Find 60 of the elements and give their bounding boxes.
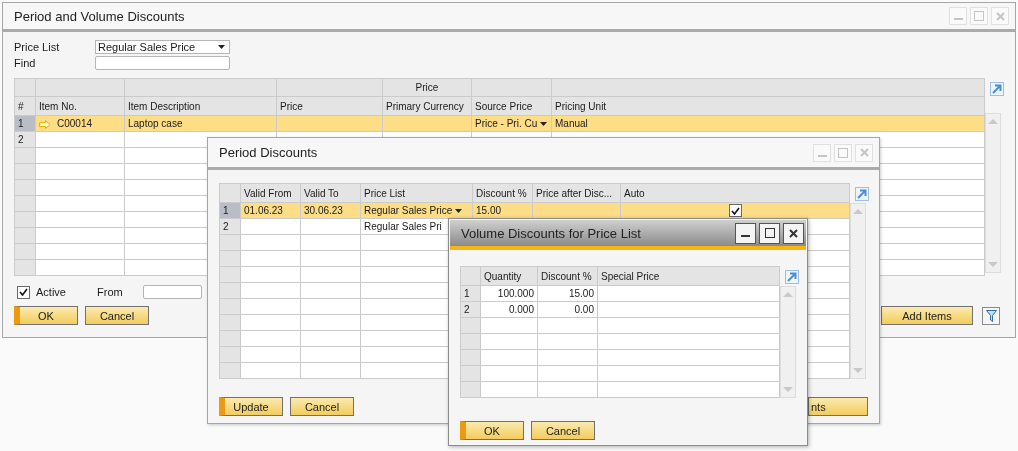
arrow-icon <box>990 82 1004 96</box>
maximize-icon <box>764 228 775 238</box>
scrollbar[interactable] <box>985 113 1001 273</box>
window-title: Period and Volume Discounts <box>14 8 185 24</box>
table-cell: 15.00 <box>537 285 598 302</box>
button[interactable]: Update <box>219 397 283 416</box>
checkbox[interactable] <box>728 204 742 217</box>
button[interactable]: OK <box>14 306 78 325</box>
find-field[interactable] <box>95 56 230 70</box>
button[interactable]: OK <box>460 421 524 440</box>
table-cell: C00014 <box>57 118 93 129</box>
close-icon <box>995 11 1005 21</box>
arrow-icon <box>39 119 51 129</box>
caret-icon <box>218 45 225 49</box>
window-title: Period Discounts <box>219 145 318 160</box>
table-cell: 100.000 <box>480 285 538 302</box>
caret-icon <box>455 209 463 214</box>
minimize-button[interactable] <box>735 222 756 244</box>
close-icon <box>859 148 869 157</box>
close-button[interactable] <box>783 222 804 244</box>
scrollbar[interactable] <box>780 286 796 398</box>
button[interactable]: Add Items <box>881 306 973 325</box>
column-header[interactable]: Price after Disc... <box>532 183 621 203</box>
maximize-button[interactable] <box>759 222 780 244</box>
column-header[interactable]: Valid From <box>240 183 301 203</box>
button[interactable]: nts <box>808 397 868 416</box>
checkbox[interactable] <box>17 285 30 299</box>
minimize-icon <box>817 154 827 157</box>
minimize-icon <box>953 18 963 20</box>
scrollbar[interactable] <box>850 203 866 379</box>
minimize-icon <box>741 235 750 237</box>
button[interactable]: Cancel <box>531 421 595 440</box>
caret-icon <box>540 122 548 127</box>
column-header[interactable]: Price List <box>360 183 473 203</box>
field-label: Find <box>14 57 37 69</box>
from-field[interactable] <box>143 285 202 299</box>
button[interactable]: Cancel <box>290 397 354 416</box>
field-label: From <box>97 286 124 298</box>
column-header[interactable]: Discount % <box>472 183 533 203</box>
checkmark-icon <box>19 288 28 296</box>
column-header[interactable]: Special Price <box>597 266 780 286</box>
filter-icon <box>985 309 997 322</box>
checkbox-label: Active <box>36 286 67 298</box>
field-label: Price List <box>14 41 61 53</box>
arrow-icon <box>855 187 869 201</box>
column-header[interactable]: Valid To <box>300 183 361 203</box>
maximize-icon <box>838 147 848 158</box>
column-group-header: Price <box>382 78 472 97</box>
close-icon <box>789 228 798 238</box>
button[interactable]: Cancel <box>85 306 149 325</box>
column-header[interactable]: Auto <box>620 183 850 203</box>
arrow-icon <box>785 270 799 284</box>
column-header[interactable]: Discount % <box>537 266 598 286</box>
table-cell: 0.00 <box>537 301 598 318</box>
maximize-icon <box>974 11 984 21</box>
price-list-dropdown[interactable]: Regular Sales Price <box>95 40 230 54</box>
table-cell: 0.000 <box>480 301 538 318</box>
column-header[interactable]: Quantity <box>480 266 538 286</box>
checkmark-icon <box>730 206 740 215</box>
filter-button[interactable] <box>982 306 1000 325</box>
